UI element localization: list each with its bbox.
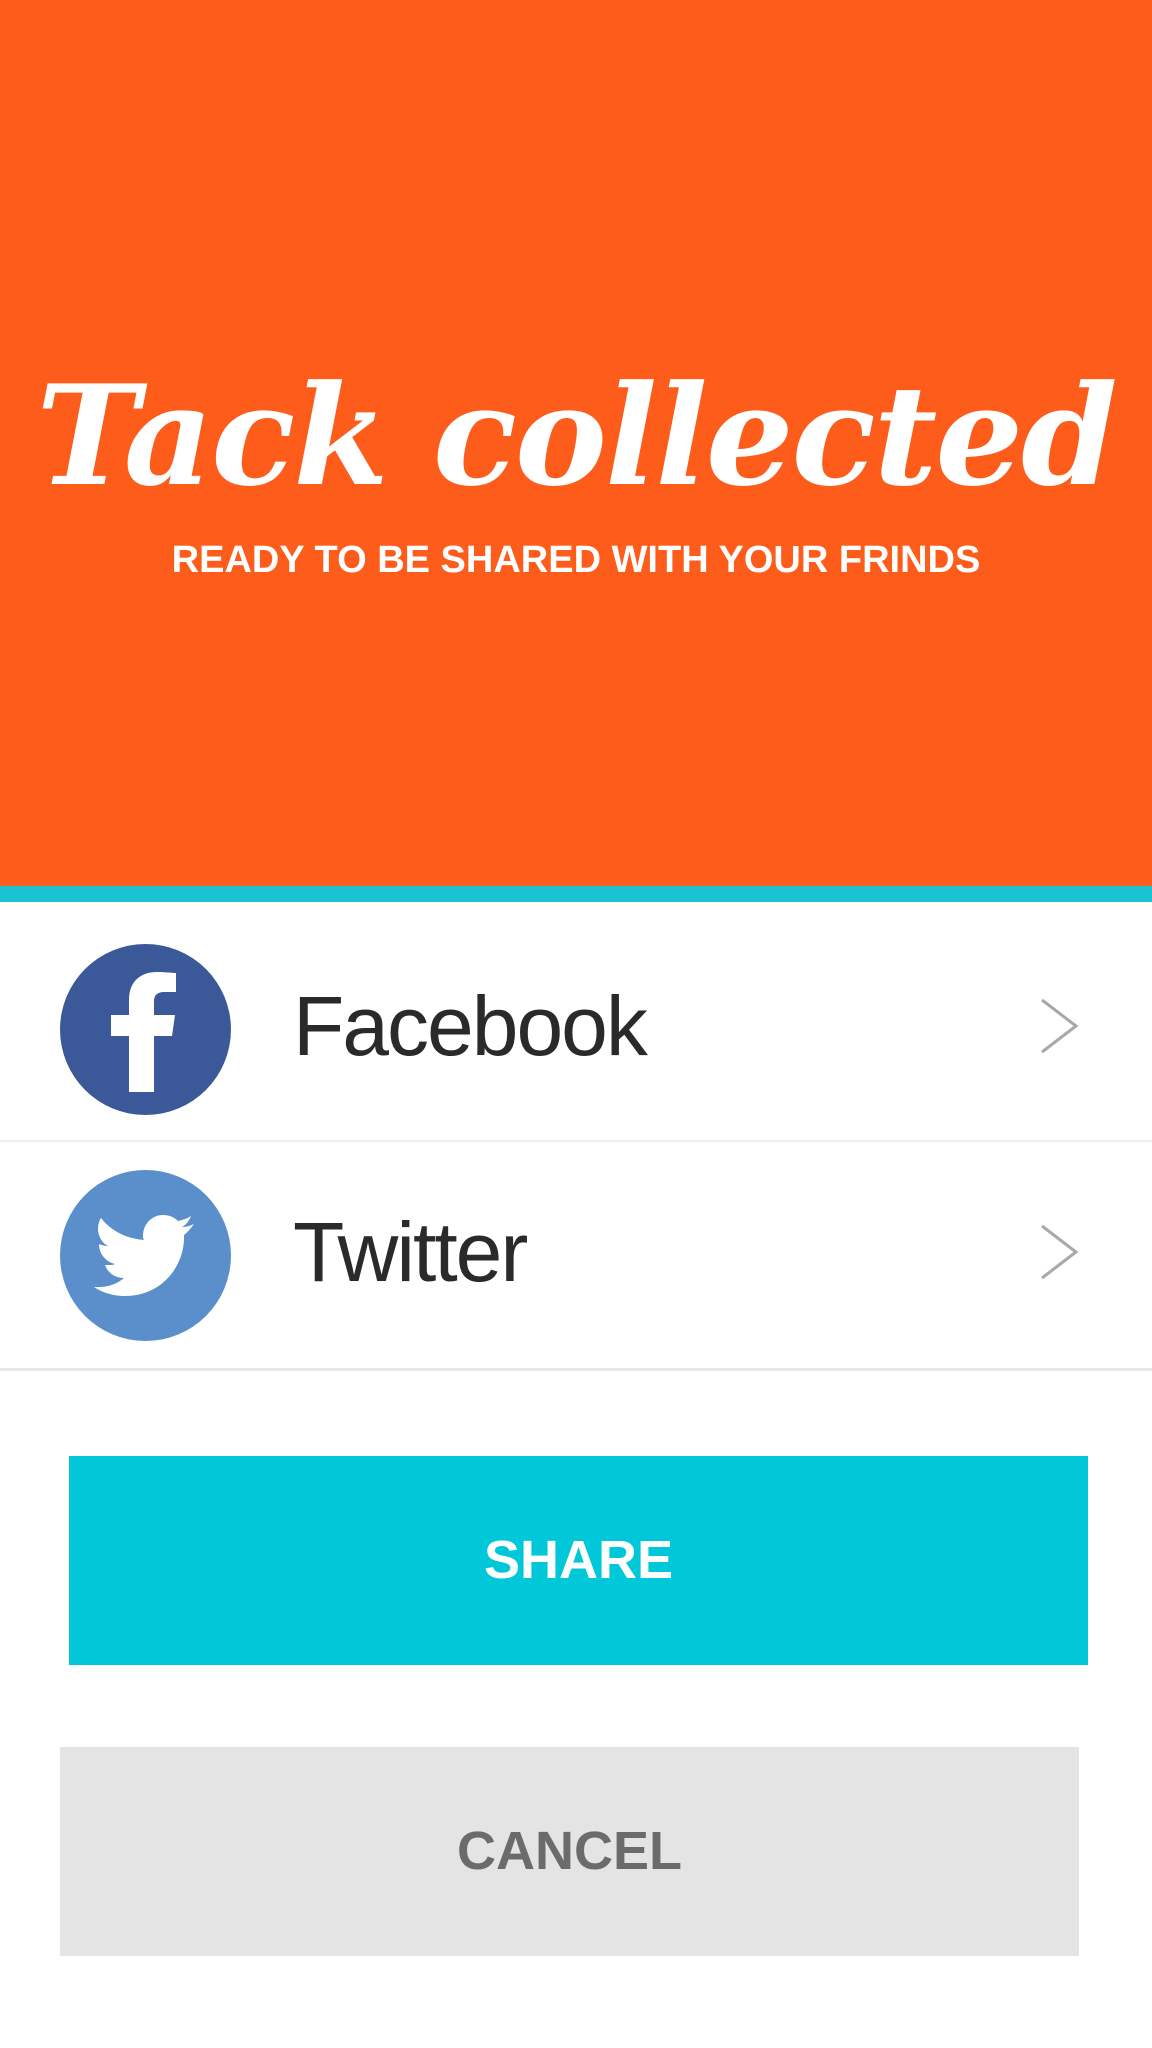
chevron-right-icon [1041, 998, 1079, 1054]
share-option-label: Facebook [293, 979, 648, 1073]
share-button[interactable]: SHARE [69, 1456, 1088, 1665]
twitter-icon [60, 1170, 231, 1341]
share-option-twitter[interactable]: Twitter [0, 1142, 1152, 1371]
share-option-facebook[interactable]: Facebook [0, 916, 1152, 1142]
cancel-button[interactable]: CANCEL [60, 1747, 1079, 1956]
hero-banner: Tack collected READY TO BE SHARED WITH Y… [0, 0, 1152, 886]
facebook-icon [60, 944, 231, 1115]
share-option-label: Twitter [293, 1205, 528, 1299]
accent-divider [0, 886, 1152, 902]
hero-title: Tack collected [36, 354, 1117, 517]
chevron-right-icon [1041, 1224, 1079, 1280]
hero-subtitle: READY TO BE SHARED WITH YOUR FRINDS [171, 539, 981, 581]
